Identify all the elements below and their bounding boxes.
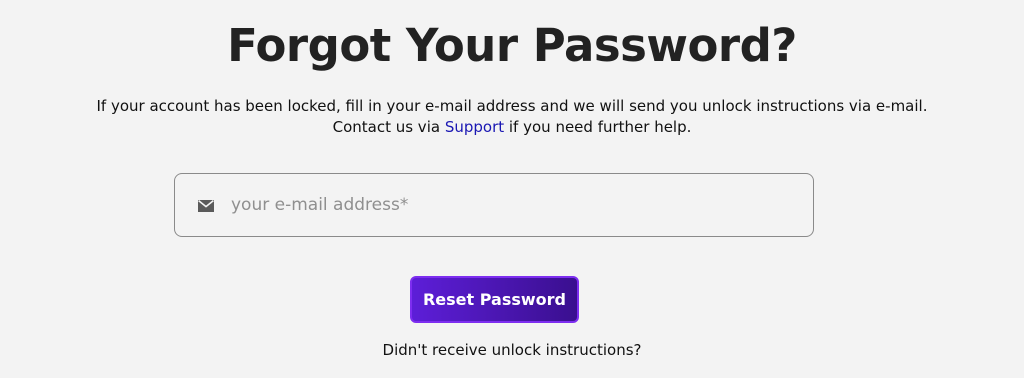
instructions-line-2: Contact us via Support if you need furth… (0, 117, 1024, 138)
page-title: Forgot Your Password? (227, 19, 797, 72)
instructions-text: If your account has been locked, fill in… (0, 96, 1024, 138)
resend-unlock-instructions-link[interactable]: Didn't receive unlock instructions? (0, 340, 1024, 360)
email-field[interactable] (174, 173, 814, 237)
reset-password-button[interactable]: Reset Password (410, 276, 579, 323)
contact-prefix: Contact us via (332, 118, 445, 136)
envelope-icon (197, 198, 215, 212)
email-input[interactable] (231, 174, 791, 236)
contact-suffix: if you need further help. (504, 118, 692, 136)
forgot-password-page: Forgot Your Password? If your account ha… (0, 0, 1024, 378)
instructions-line-1: If your account has been locked, fill in… (96, 97, 928, 115)
support-link[interactable]: Support (445, 118, 504, 136)
